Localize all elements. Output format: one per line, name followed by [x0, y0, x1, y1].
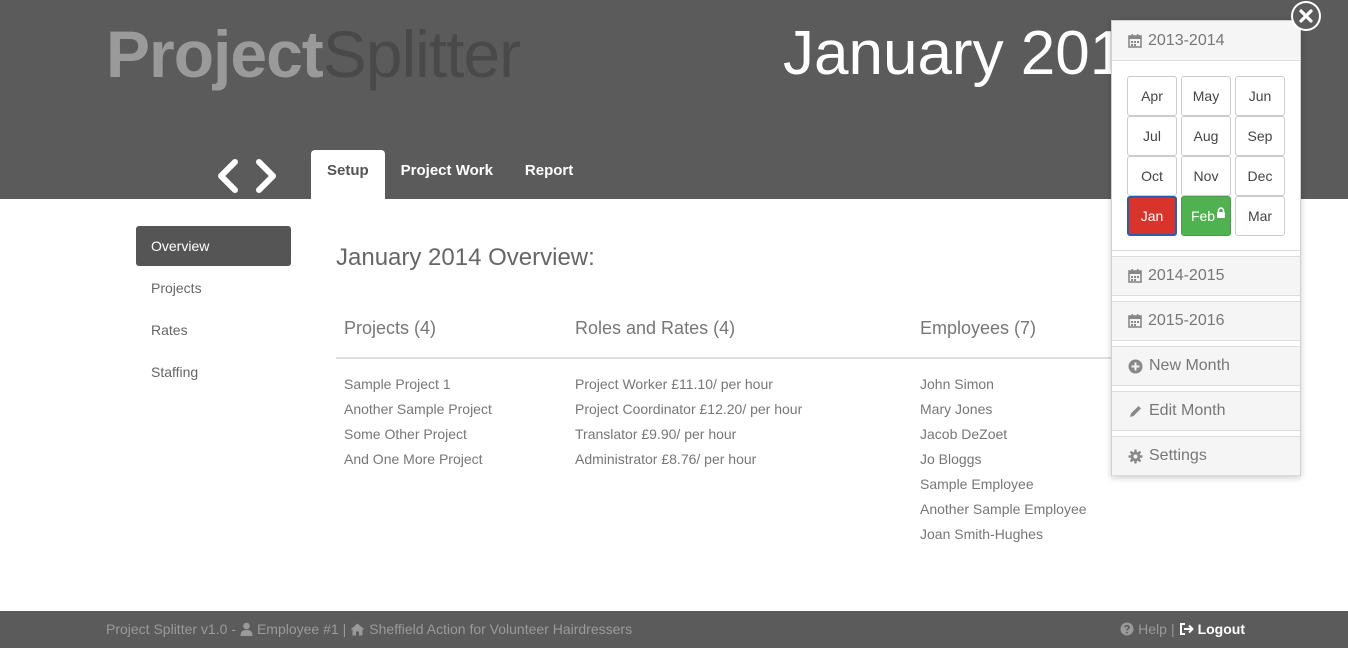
- chevron-left-icon: [215, 159, 241, 193]
- page-title: January 2014 Overview:: [336, 244, 595, 271]
- calendar-icon: [1128, 33, 1142, 48]
- close-panel-button[interactable]: [1291, 1, 1321, 31]
- month-button-jun[interactable]: Jun: [1235, 76, 1285, 116]
- list-item: Some Other Project: [344, 426, 467, 442]
- employees-heading: Employees (7): [920, 318, 1037, 338]
- plus-circle-icon: [1128, 359, 1143, 374]
- sidebar-item-projects[interactable]: Projects: [136, 268, 291, 308]
- month-button-dec[interactable]: Dec: [1235, 156, 1285, 196]
- close-icon: [1291, 1, 1321, 31]
- brand-part-2: Splitter: [322, 17, 521, 91]
- month-grid: Apr May Jun Jul Aug Sep Oct Nov Dec Jan …: [1112, 61, 1300, 251]
- footer-actions: Help | Logout: [1120, 621, 1245, 637]
- month-navigation: [213, 158, 281, 194]
- tab-report[interactable]: Report: [509, 150, 589, 199]
- month-button-jul[interactable]: Jul: [1127, 116, 1177, 156]
- list-item: Project Worker £11.10/ per hour: [575, 376, 773, 392]
- overview-divider: [336, 357, 1116, 359]
- projects-heading: Projects (4): [344, 318, 437, 338]
- new-month-button[interactable]: New Month: [1112, 346, 1300, 386]
- employee-link[interactable]: Employee #1: [257, 621, 339, 637]
- month-button-mar[interactable]: Mar: [1235, 196, 1285, 236]
- calendar-icon: [1128, 314, 1142, 328]
- month-button-jan[interactable]: Jan: [1127, 196, 1177, 236]
- list-item: John Simon: [920, 376, 994, 392]
- month-button-feb[interactable]: Feb: [1181, 196, 1231, 236]
- sidebar-item-staffing[interactable]: Staffing: [136, 352, 291, 392]
- settings-label: Settings: [1149, 447, 1207, 464]
- logout-link[interactable]: Logout: [1198, 621, 1245, 637]
- rates-list: Project Worker £11.10/ per hour Project …: [575, 373, 802, 473]
- year-label: 2014-2015: [1148, 267, 1225, 284]
- list-item: Administrator £8.76/ per hour: [575, 451, 757, 467]
- pencil-icon: [1128, 404, 1143, 419]
- gear-icon: [1128, 449, 1143, 464]
- year-header-2014-2015[interactable]: 2014-2015: [1112, 256, 1300, 296]
- month-button-nov[interactable]: Nov: [1181, 156, 1231, 196]
- sidebar-item-rates[interactable]: Rates: [136, 310, 291, 350]
- edit-month-button[interactable]: Edit Month: [1112, 391, 1300, 431]
- version-text: Project Splitter v1.0 -: [106, 621, 236, 637]
- month-button-apr[interactable]: Apr: [1127, 76, 1177, 116]
- employees-list: John Simon Mary Jones Jacob DeZoet Jo Bl…: [920, 373, 1087, 548]
- list-item: Sample Project 1: [344, 376, 451, 392]
- sidebar: Overview Projects Rates Staffing: [136, 226, 291, 394]
- month-label-feb: Feb: [1190, 208, 1216, 224]
- new-month-label: New Month: [1149, 357, 1230, 374]
- year-label: 2013-2014: [1148, 31, 1225, 49]
- footer-separator: |: [1170, 621, 1175, 637]
- list-item: Another Sample Employee: [920, 501, 1087, 517]
- month-button-aug[interactable]: Aug: [1181, 116, 1231, 156]
- footer-info: Project Splitter v1.0 - Employee #1 | Sh…: [106, 621, 632, 637]
- projects-list: Sample Project 1 Another Sample Project …: [344, 373, 492, 473]
- list-item: Sample Employee: [920, 476, 1034, 492]
- list-item: Joan Smith-Hughes: [920, 526, 1043, 542]
- footer-separator: |: [342, 621, 347, 637]
- lock-icon: [1216, 207, 1226, 218]
- month-picker-panel: 2013-2014 Apr May Jun Jul Aug Sep Oct No…: [1111, 20, 1301, 476]
- question-circle-icon: [1120, 622, 1134, 636]
- logout-icon: [1179, 622, 1194, 636]
- month-button-may[interactable]: May: [1181, 76, 1231, 116]
- sidebar-item-overview[interactable]: Overview: [136, 226, 291, 266]
- app-footer: Project Splitter v1.0 - Employee #1 | Sh…: [0, 611, 1348, 648]
- user-icon: [240, 622, 253, 636]
- list-item: Another Sample Project: [344, 401, 492, 417]
- list-item: Project Coordinator £12.20/ per hour: [575, 401, 803, 417]
- list-item: Jacob DeZoet: [920, 426, 1008, 442]
- list-item: Translator £9.90/ per hour: [575, 426, 737, 442]
- home-icon: [350, 623, 365, 636]
- brand-logo: ProjectSplitter: [106, 17, 521, 91]
- main-tabs: Setup Project Work Report: [311, 150, 589, 199]
- year-header-2013-2014[interactable]: 2013-2014: [1112, 21, 1300, 61]
- list-item: And One More Project: [344, 451, 483, 467]
- chevron-right-icon: [253, 159, 279, 193]
- year-header-2015-2016[interactable]: 2015-2016: [1112, 301, 1300, 341]
- current-month-title: January 2014: [783, 19, 1159, 88]
- brand-part-1: Project: [106, 17, 324, 91]
- month-button-sep[interactable]: Sep: [1235, 116, 1285, 156]
- month-button-oct[interactable]: Oct: [1127, 156, 1177, 196]
- list-item: Jo Bloggs: [920, 451, 982, 467]
- tab-project-work[interactable]: Project Work: [385, 150, 509, 199]
- calendar-icon: [1128, 269, 1142, 283]
- year-label: 2015-2016: [1148, 312, 1225, 329]
- next-month-button[interactable]: [251, 158, 281, 194]
- organisation-link[interactable]: Sheffield Action for Volunteer Hairdress…: [369, 621, 632, 637]
- settings-button[interactable]: Settings: [1112, 436, 1300, 476]
- tab-setup[interactable]: Setup: [311, 150, 385, 199]
- list-item: Mary Jones: [920, 401, 993, 417]
- rates-heading: Roles and Rates (4): [575, 318, 736, 338]
- edit-month-label: Edit Month: [1149, 402, 1226, 419]
- previous-month-button[interactable]: [213, 158, 243, 194]
- help-link[interactable]: Help: [1138, 621, 1167, 637]
